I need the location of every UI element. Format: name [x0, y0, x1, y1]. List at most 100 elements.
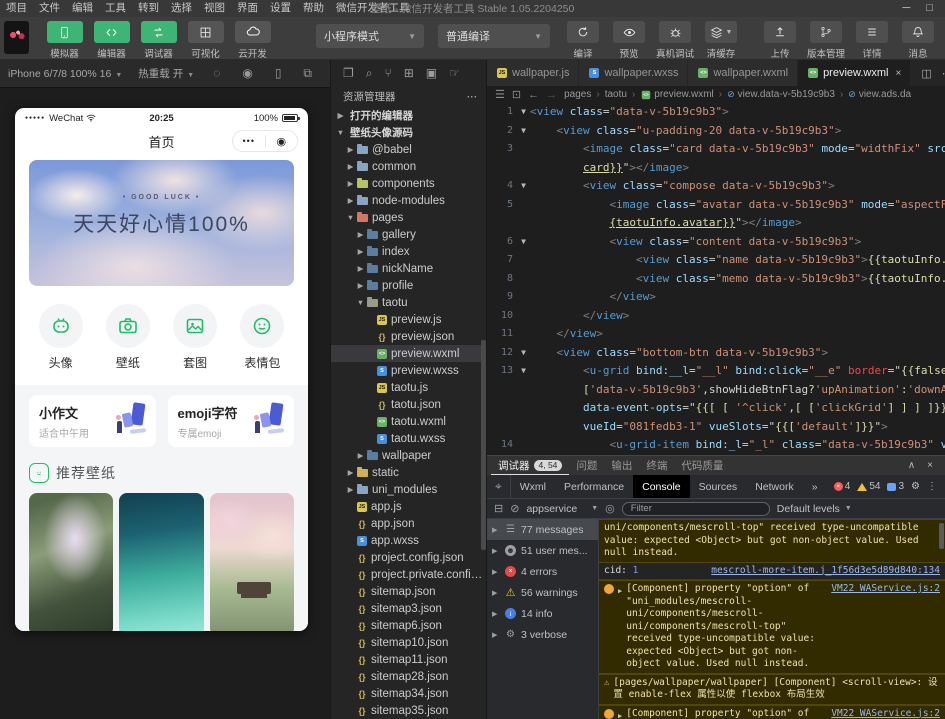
messages-scrollbar[interactable] [939, 523, 944, 549]
outline-icon[interactable]: ☰ [495, 88, 505, 101]
quick-entry-q-emoji[interactable]: 表情包 [240, 304, 284, 371]
tree-item[interactable]: ▶wallpaper [331, 447, 486, 464]
tab-preview.wxml[interactable]: <>preview.wxml× [798, 60, 911, 86]
sim-windows-icon[interactable]: ⧉ [303, 66, 312, 81]
tab-overflow-icon[interactable]: » [803, 475, 827, 498]
levels-select[interactable]: Default levels▼ [777, 503, 852, 515]
devtools-tab-Sources[interactable]: Sources [690, 475, 747, 498]
action-button-layers[interactable]: ▼清缓存 [698, 21, 744, 60]
tab-代码质量[interactable]: 代码质量 [674, 456, 730, 475]
tree-item[interactable]: Spreview.wxss [331, 362, 486, 379]
quick-entry-q-avatar[interactable]: 头像 [39, 304, 83, 371]
back-arrow-icon[interactable]: ← [528, 89, 539, 101]
exit-button[interactable]: ◉ [266, 135, 298, 148]
tree-item[interactable]: <>preview.wxml [331, 345, 486, 362]
toolbar-button-云开发[interactable]: 云开发 [229, 21, 276, 60]
breadcrumb-item[interactable]: ⊘view.ads.da [848, 89, 911, 100]
pointer-icon[interactable]: ☞ [449, 66, 460, 80]
tree-item[interactable]: Staotu.wxss [331, 430, 486, 447]
tab-输出[interactable]: 输出 [604, 456, 639, 475]
tab-wallpaper.wxml[interactable]: <>wallpaper.wxml [688, 60, 798, 86]
code-area[interactable]: 1▼<view class="data-v-5b19c9b3">2▼ <view… [487, 103, 945, 455]
tree-item[interactable]: ▶@babel [331, 141, 486, 158]
tree-item[interactable]: ▶static [331, 464, 486, 481]
expand-icon[interactable]: ▶ [618, 585, 622, 598]
quick-entry-q-images[interactable]: 套图 [173, 304, 217, 371]
sidebar-scrollbar[interactable] [481, 340, 486, 550]
tree-item[interactable]: {}sitemap6.json [331, 617, 486, 634]
feature-card[interactable]: emoji字符专属emoji [168, 395, 295, 447]
source-link[interactable]: mescroll-more-item.j_1f56d3e5d89d840:134 [701, 565, 940, 578]
tree-item[interactable]: ▼壁纸头像源码 [331, 124, 486, 141]
toolbar-button-模拟器[interactable]: 模拟器 [41, 21, 88, 60]
tree-item[interactable]: {}preview.json [331, 328, 486, 345]
tree-item[interactable]: {}sitemap3.json [331, 600, 486, 617]
action-button-refresh[interactable]: 编译 [560, 21, 606, 60]
collapse-icon[interactable]: ∧ [908, 460, 915, 471]
menu-项目[interactable]: 项目 [0, 0, 33, 17]
tab-问题[interactable]: 问题 [569, 456, 604, 475]
tree-item[interactable]: {}sitemap11.json [331, 651, 486, 668]
tree-item[interactable]: ▶uni_modules [331, 481, 486, 498]
toolbar-button-可视化[interactable]: 可视化 [182, 21, 229, 60]
tree-item[interactable]: {}sitemap34.json [331, 685, 486, 702]
banner-image[interactable]: • GOOD LUCK • 天天好心情100% [29, 160, 294, 286]
wallpaper-thumb-forest[interactable] [29, 493, 113, 631]
devtools-tab-Wxml[interactable]: Wxml [511, 475, 555, 498]
console-filter-warning[interactable]: ▶⚠56 warnings [487, 582, 598, 603]
source-link[interactable]: VM22 WAService.js:2 [821, 583, 940, 596]
sidebar-toggle-icon[interactable]: ⊟ [494, 502, 503, 515]
tab-wallpaper.js[interactable]: JSwallpaper.js [487, 60, 579, 86]
devtools-tab-Performance[interactable]: Performance [555, 475, 633, 498]
tree-item[interactable]: ▼taotu [331, 294, 486, 311]
action-button-bug[interactable]: 真机调试 [652, 21, 698, 60]
sim-record-icon[interactable]: ◉ [242, 66, 252, 81]
devtools-tab-Network[interactable]: Network [746, 475, 803, 498]
split-editor-icon[interactable]: ◫ [921, 67, 931, 80]
console-filter-error[interactable]: ▶×4 errors [487, 561, 598, 582]
tree-item[interactable]: JStaotu.js [331, 379, 486, 396]
fold-icon[interactable]: ▼ [517, 362, 530, 381]
fold-icon[interactable]: ▼ [517, 233, 530, 252]
filter-input[interactable] [622, 502, 770, 516]
console-filter-verbose[interactable]: ▶⚙3 verbose [487, 624, 598, 645]
tree-item[interactable]: {}taotu.json [331, 396, 486, 413]
devtools-tab-Console[interactable]: Console [633, 475, 690, 498]
close-icon[interactable]: × [895, 68, 901, 79]
eye-icon[interactable]: ◎ [605, 502, 615, 515]
tree-item[interactable]: {}project.config.json [331, 549, 486, 566]
context-select[interactable]: appservice▼ [526, 503, 598, 515]
tree-item[interactable]: Sapp.wxss [331, 532, 486, 549]
fold-icon[interactable]: ▼ [517, 177, 530, 196]
wallpaper-thumb-blossom[interactable] [210, 493, 294, 631]
menu-视图[interactable]: 视图 [198, 0, 231, 17]
fold-icon[interactable]: ▼ [517, 103, 530, 122]
console-message[interactable]: ⚠[pages/wallpaper/wallpaper] [Component]… [599, 674, 945, 705]
compile-mode-select[interactable]: 普通编译▼ [438, 24, 550, 48]
menu-工具[interactable]: 工具 [99, 0, 132, 17]
tree-item[interactable]: ▶profile [331, 277, 486, 294]
action-button-eye[interactable]: 预览 [606, 21, 652, 60]
tab-wallpaper.wxss[interactable]: Swallpaper.wxss [579, 60, 688, 86]
tree-item[interactable]: {}project.private.config.js... [331, 566, 486, 583]
fold-icon[interactable]: ▼ [517, 344, 530, 363]
quick-entry-q-camera[interactable]: 壁纸 [106, 304, 150, 371]
tree-item[interactable]: ▼pages [331, 209, 486, 226]
menu-转到[interactable]: 转到 [132, 0, 165, 17]
toolbar-button-调试器[interactable]: 调试器 [135, 21, 182, 60]
files-icon[interactable]: ❐ [343, 66, 354, 80]
kebab-menu-icon[interactable]: ⋮ [927, 481, 937, 492]
clear-console-icon[interactable]: ⊘ [510, 502, 519, 515]
tree-item[interactable]: <>taotu.wxml [331, 413, 486, 430]
gear-icon[interactable]: ⚙ [911, 481, 920, 492]
wallpaper-thumb-ocean[interactable] [119, 493, 203, 631]
menu-文件[interactable]: 文件 [33, 0, 66, 17]
tree-item[interactable]: {}sitemap35.json [331, 702, 486, 719]
tree-item[interactable]: ▶gallery [331, 226, 486, 243]
menu-界面[interactable]: 界面 [231, 0, 264, 17]
tree-item[interactable]: JSapp.js [331, 498, 486, 515]
tree-item[interactable]: {}app.json [331, 515, 486, 532]
tree-item[interactable]: {}sitemap28.json [331, 668, 486, 685]
breadcrumb-item[interactable]: <>preview.wxml [640, 89, 713, 100]
toolbar-button-编辑器[interactable]: 编辑器 [88, 21, 135, 60]
